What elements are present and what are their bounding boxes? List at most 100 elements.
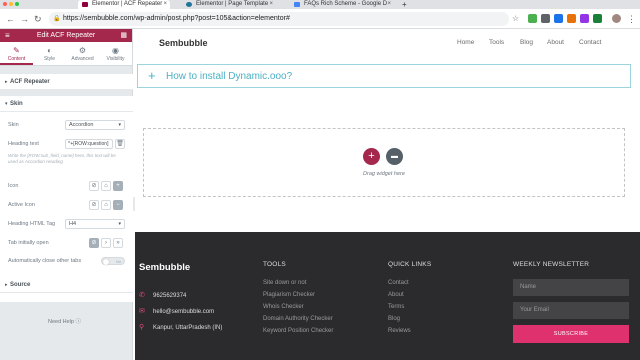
browser-menu-icon[interactable]: ⋮: [627, 13, 636, 25]
close-tab-icon[interactable]: ×: [163, 0, 167, 9]
section-label: ACF Repeater: [10, 79, 50, 85]
extension-icon[interactable]: [541, 14, 550, 23]
widgets-grid-icon[interactable]: ▦: [120, 29, 127, 42]
footer-phone[interactable]: ✆ 9625629374: [139, 291, 186, 299]
active-icon-none-button[interactable]: ⊘: [89, 200, 99, 210]
newsletter-name-input[interactable]: Name: [513, 279, 629, 296]
gear-icon: ⚙: [78, 46, 87, 55]
footer-tool-link[interactable]: Site down or not: [263, 280, 306, 286]
tab-open-none-button[interactable]: ⊘: [89, 238, 99, 248]
section-skin[interactable]: ▾ Skin: [0, 96, 133, 112]
extension-icon[interactable]: [554, 14, 563, 23]
footer-email[interactable]: ✉ hello@sembubble.com: [139, 307, 214, 315]
close-tab-icon[interactable]: ×: [269, 0, 273, 9]
plus-icon: +: [148, 68, 156, 83]
dynamic-tags-trash-icon[interactable]: 🗑: [115, 139, 125, 149]
close-window-icon[interactable]: [3, 2, 7, 6]
skin-select[interactable]: Accordion ▾: [65, 120, 125, 130]
footer-tool-link[interactable]: Plagiarism Checker: [263, 292, 315, 298]
drag-widget-text: Drag widget here: [363, 171, 405, 177]
icon-library-button[interactable]: ⌂: [101, 181, 111, 191]
footer-quick-link[interactable]: Blog: [388, 316, 400, 322]
zoom-window-icon[interactable]: [15, 2, 19, 6]
extension-icon[interactable]: [580, 14, 589, 23]
bookmark-star-icon[interactable]: ☆: [512, 13, 519, 25]
panel-header: ≡ Edit ACF Repeater ▦: [0, 29, 132, 42]
tab-page-template[interactable]: Elementor | Page Template ×: [182, 0, 276, 9]
site-logo[interactable]: Sembubble: [159, 38, 208, 48]
extension-icon[interactable]: [567, 14, 576, 23]
panel-title: Edit ACF Repeater: [36, 32, 96, 39]
browser-tab-strip: Elementor | ACF Repeater × Elementor | P…: [0, 0, 640, 9]
address-bar[interactable]: 🔒 https://sembubble.com/wp-admin/post.ph…: [49, 12, 509, 26]
footer-logo: Sembubble: [139, 262, 191, 273]
tab-style[interactable]: ◐ Style: [33, 42, 66, 65]
nav-blog[interactable]: Blog: [520, 39, 533, 46]
heading-text-input[interactable]: ^+[ROW:question]: [65, 139, 113, 149]
hamburger-menu-icon[interactable]: ≡: [5, 29, 10, 42]
elementor-favicon-icon: [82, 2, 88, 7]
active-icon-minus-button[interactable]: −: [113, 200, 123, 210]
footer-tool-link[interactable]: Domain Authority Checker: [263, 316, 333, 322]
close-tab-icon[interactable]: ×: [387, 0, 391, 9]
phone-text: 9625629374: [153, 293, 187, 299]
extension-icon[interactable]: [528, 14, 537, 23]
extension-icon[interactable]: [593, 14, 602, 23]
add-section-button[interactable]: +: [363, 148, 380, 165]
page-preview: Sembubble Home Tools Blog About Contact …: [135, 29, 640, 360]
tab-content[interactable]: ✎ Content: [0, 42, 33, 65]
tab-open-first-button[interactable]: ›: [101, 238, 111, 248]
footer-quick-link[interactable]: About: [388, 292, 404, 298]
map-pin-icon: ⚲: [139, 324, 145, 331]
footer-quick-link[interactable]: Terms: [388, 304, 404, 310]
tab-title: FAQs Rich Scheme - Google D: [304, 1, 388, 7]
footer-quick-link[interactable]: Contact: [388, 280, 409, 286]
tab-visibility[interactable]: ◉ Visibility: [99, 42, 132, 65]
icon-plus-button[interactable]: +: [113, 181, 123, 191]
tab-label: Content: [7, 56, 26, 62]
need-help-link[interactable]: Need Help ⓘ: [48, 317, 81, 325]
envelope-icon: ✉: [139, 308, 145, 315]
active-icon-library-button[interactable]: ⌂: [101, 200, 111, 210]
section-acf-repeater[interactable]: ▸ ACF Repeater: [0, 74, 133, 90]
subscribe-button[interactable]: SUBSCRIBE: [513, 325, 629, 343]
faq-heading: How to install Dynamic.ooo?: [166, 71, 293, 82]
heading-tag-select[interactable]: H4 ▾: [65, 219, 125, 229]
tab-title: Elementor | ACF Repeater: [92, 1, 163, 7]
elementor-panel: ≡ Edit ACF Repeater ▦ ✎ Content ◐ Style ⚙ A…: [0, 29, 133, 360]
tab-acf-repeater[interactable]: Elementor | ACF Repeater ×: [78, 0, 170, 9]
phone-icon: ✆: [139, 292, 145, 299]
add-template-folder-icon[interactable]: ▬: [386, 148, 403, 165]
auto-close-toggle[interactable]: No: [101, 257, 125, 265]
tab-open-all-button[interactable]: »: [113, 238, 123, 248]
profile-avatar[interactable]: [612, 14, 621, 23]
footer-quick-link[interactable]: Reviews: [388, 328, 411, 334]
empty-section-drop-zone[interactable]: + ▬ Drag widget here: [143, 128, 625, 197]
panel-tabs: ✎ Content ◐ Style ⚙ Advanced ◉ Visibility: [0, 42, 132, 66]
tab-faqs-doc[interactable]: FAQs Rich Scheme - Google D ×: [290, 0, 394, 9]
reload-icon[interactable]: ↻: [34, 13, 42, 25]
faq-accordion-item[interactable]: + How to install Dynamic.ooo?: [137, 64, 631, 88]
icon-none-button[interactable]: ⊘: [89, 181, 99, 191]
caret-right-icon: ▸: [5, 282, 8, 288]
nav-tools[interactable]: Tools: [489, 39, 504, 46]
nav-home[interactable]: Home: [457, 39, 474, 46]
footer-address: ⚲ Kanpur, UttarPradesh (IN): [139, 323, 222, 331]
forward-icon[interactable]: →: [20, 13, 29, 25]
docs-favicon-icon: [294, 2, 300, 7]
back-icon[interactable]: ←: [6, 13, 15, 25]
caret-down-icon: ▾: [5, 101, 8, 107]
nav-about[interactable]: About: [547, 39, 564, 46]
minimize-window-icon[interactable]: [9, 2, 13, 6]
newsletter-email-input[interactable]: Your Email: [513, 302, 629, 319]
nav-contact[interactable]: Contact: [579, 39, 601, 46]
tab-advanced[interactable]: ⚙ Advanced: [66, 42, 99, 65]
new-tab-button[interactable]: +: [400, 0, 412, 9]
footer-tool-link[interactable]: Whois Checker: [263, 304, 304, 310]
address-text: Kanpur, UttarPradesh (IN): [153, 325, 223, 331]
footer-tool-link[interactable]: Keyword Position Checker: [263, 328, 333, 334]
section-label: Source: [10, 282, 31, 288]
section-source[interactable]: ▸ Source: [0, 277, 133, 293]
chevron-down-icon: ▾: [118, 221, 121, 227]
active-icon-label: Active Icon: [8, 202, 35, 208]
